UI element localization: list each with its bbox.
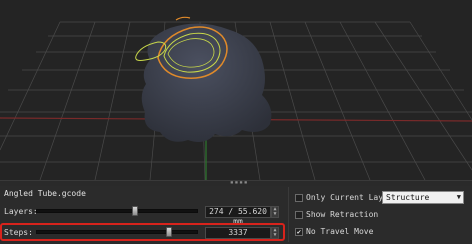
no-travel-move-label: No Travel Move <box>306 227 374 236</box>
splitter-grip-icon[interactable]: ▪▪▪▪ <box>230 180 247 186</box>
chevron-down-icon[interactable]: ▼ <box>457 192 461 203</box>
layers-value-field[interactable]: 274 / 55.620 mm <box>205 206 271 226</box>
view-mode-selected: Structure <box>386 193 430 202</box>
layers-slider[interactable] <box>36 206 198 216</box>
build-plate-grid <box>0 0 472 180</box>
checkmark-icon: ✔ <box>296 228 302 236</box>
view-mode-select[interactable]: Structure ▼ <box>382 191 464 204</box>
layers-label: Layers: <box>4 207 38 216</box>
only-current-layer-label: Only Current Layer <box>306 193 393 202</box>
layers-spinner[interactable]: ▲ ▼ <box>271 206 279 218</box>
layers-slider-thumb[interactable] <box>132 206 139 216</box>
spin-down-icon[interactable]: ▼ <box>272 212 278 217</box>
file-name: Angled Tube.gcode <box>4 189 86 198</box>
3d-viewport[interactable] <box>0 0 472 180</box>
steps-row-highlight <box>0 223 285 241</box>
panel-separator <box>288 187 289 242</box>
show-retraction-label: Show Retraction <box>306 210 379 219</box>
no-travel-move-checkbox[interactable]: ✔ <box>295 228 303 236</box>
show-retraction-checkbox[interactable] <box>295 211 303 219</box>
only-current-layer-checkbox[interactable] <box>295 194 303 202</box>
